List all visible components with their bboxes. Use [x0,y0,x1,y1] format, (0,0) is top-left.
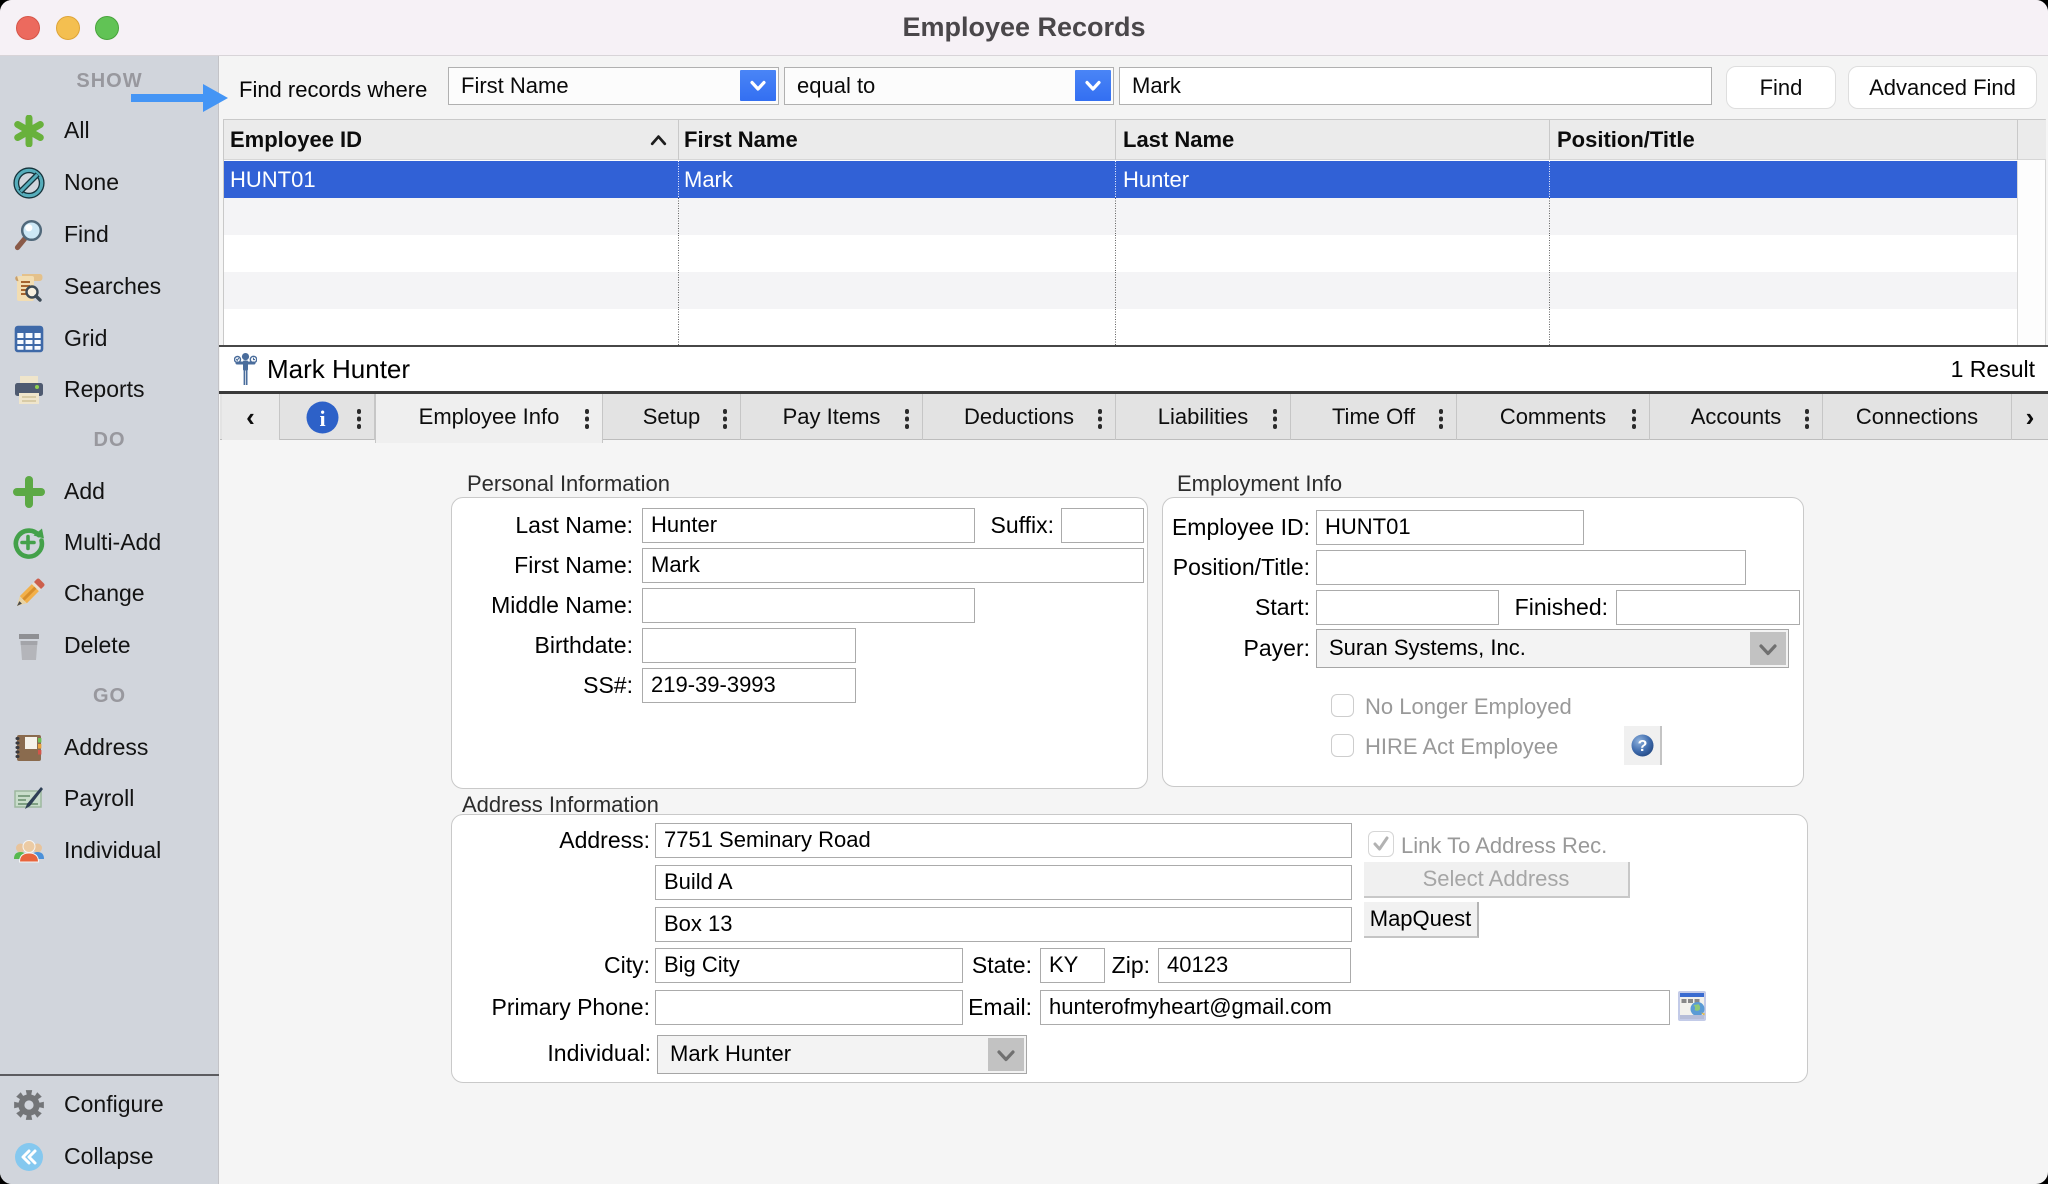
svg-text:i: i [319,406,325,431]
svg-text:?: ? [1638,738,1648,755]
